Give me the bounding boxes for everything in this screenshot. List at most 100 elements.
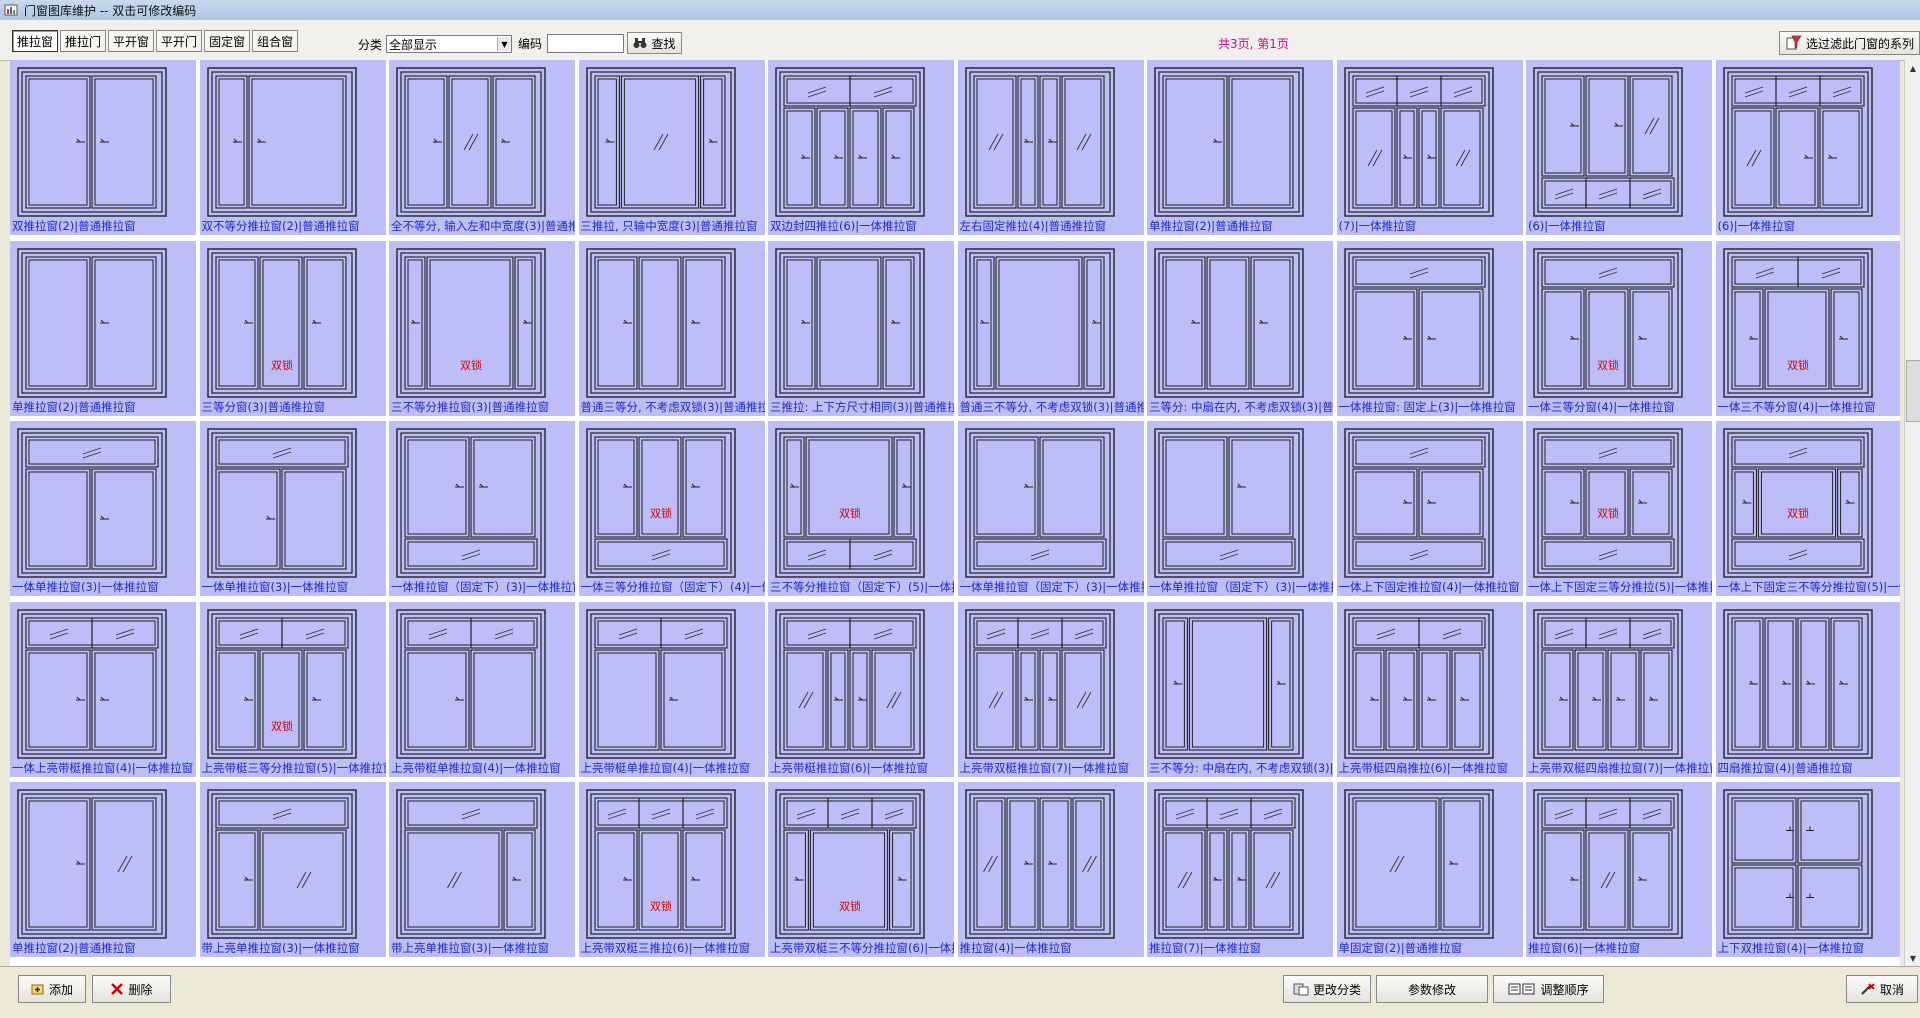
window-thumbnail[interactable]: 双锁 一体三等分窗(4)|一体推拉窗 <box>1526 240 1714 418</box>
window-diagram <box>1343 67 1494 217</box>
window-diagram <box>1722 789 1873 939</box>
window-thumbnail[interactable]: 推拉窗(6)|一体推拉窗 <box>1526 782 1714 959</box>
vertical-scrollbar[interactable]: ▲ ▼ <box>1904 60 1920 966</box>
tab-casement-window[interactable]: 平开窗 <box>108 30 155 52</box>
window-thumbnail[interactable]: 三推拉, 只输中宽度(3)|普通推拉窗 <box>578 60 767 237</box>
window-diagram <box>17 608 167 759</box>
window-thumbnail[interactable]: 全不等分, 输入左和中宽度(3)|普通推拉窗 <box>389 60 577 237</box>
cancel-button[interactable]: 取消 <box>1846 975 1918 1003</box>
window-thumbnail[interactable]: 单固定窗(2)|普通推拉窗 <box>1336 782 1525 959</box>
window-caption: 一体三等分推拉窗（固定下）(4)|一体推拉窗 <box>580 580 765 594</box>
window-caption: 上下双推拉窗(4)|一体推拉窗 <box>1717 941 1865 955</box>
window-thumbnail[interactable]: 双锁 上亮带梃三等分推拉窗(5)|一体推拉窗 <box>199 601 388 779</box>
app-icon <box>4 4 18 16</box>
window-thumbnail[interactable]: 带上亮单推拉窗(3)|一体推拉窗 <box>389 782 577 959</box>
code-input[interactable] <box>547 34 624 53</box>
window-thumbnail[interactable]: 双推拉窗(2)|普通推拉窗 <box>10 60 198 237</box>
adjust-order-button[interactable]: 调整顺序 <box>1493 975 1604 1003</box>
window-thumbnail[interactable]: 上亮带梃推拉窗(6)|一体推拉窗 <box>768 601 956 779</box>
window-caption: 上亮带梃单推拉窗(4)|一体推拉窗 <box>580 760 751 775</box>
window-caption: 一体单推拉窗(3)|一体推拉窗 <box>12 580 159 594</box>
window-thumbnail[interactable]: 一体单推拉窗(3)|一体推拉窗 <box>10 421 198 598</box>
window-thumbnail[interactable]: 上亮带梃四扇推拉(6)|一体推拉窗 <box>1336 601 1525 779</box>
change-category-button[interactable]: 更改分类 <box>1283 975 1371 1003</box>
tab-sliding-door[interactable]: 推拉门 <box>60 30 107 52</box>
window-thumbnail[interactable]: 三等分: 中扇在内, 不考虑双锁(3)|普通推拉窗 <box>1147 240 1335 418</box>
window-thumbnail[interactable]: 上亮带梃单推拉窗(4)|一体推拉窗 <box>389 601 577 779</box>
window-thumbnail[interactable]: 双锁一体上下固定三不等分推拉窗(5)|一体推拉窗 <box>1715 421 1900 598</box>
window-thumbnail[interactable]: (6)|一体推拉窗 <box>1715 60 1900 237</box>
tab-fixed-window[interactable]: 固定窗 <box>204 30 251 52</box>
add-button[interactable]: 添加 <box>18 975 86 1003</box>
window-thumbnail[interactable]: 双锁 一体上下固定三等分推拉(5)|一体推拉窗 <box>1526 421 1714 598</box>
window-caption: 一体三不等分窗(4)|一体推拉窗 <box>1717 399 1876 414</box>
scroll-down-icon[interactable]: ▼ <box>1905 950 1920 966</box>
window-thumbnail[interactable]: 双锁 上亮带双梃三推拉(6)|一体推拉窗 <box>578 782 767 959</box>
filter-series-button[interactable]: 选过滤此门窗的系列 <box>1779 31 1920 55</box>
window-diagram <box>396 67 546 217</box>
window-caption: 左右固定推拉(4)|普通推拉窗 <box>959 219 1107 233</box>
tab-casement-door[interactable]: 平开门 <box>156 30 203 52</box>
window-thumbnail[interactable]: 上亮带双梃推拉窗(7)|一体推拉窗 <box>957 601 1146 779</box>
window-thumbnail[interactable]: 普通三等分, 不考虑双锁(3)|普通推拉窗 <box>578 240 767 418</box>
window-caption: 单推拉窗(2)|普通推拉窗 <box>1149 219 1273 233</box>
window-thumbnail[interactable]: 普通三不等分, 不考虑双锁(3)|普通推拉窗 <box>957 240 1146 418</box>
window-diagram <box>17 247 167 398</box>
delete-button-label: 删除 <box>128 982 153 997</box>
window-thumbnail[interactable]: (6)|一体推拉窗 <box>1526 60 1714 237</box>
window-thumbnail[interactable]: 四扇推拉窗(4)|普通推拉窗 <box>1715 601 1900 779</box>
window-thumbnail[interactable]: 上亮带双梃四扇推拉窗(7)|一体推拉窗 <box>1526 601 1714 779</box>
delete-button[interactable]: 删除 <box>92 975 171 1003</box>
window-thumbnail[interactable]: 一体推拉窗（固定下）(3)|一体推拉窗 <box>389 421 577 598</box>
window-thumbnail[interactable]: 一体上亮带梃推拉窗(4)|一体推拉窗 <box>10 601 198 779</box>
window-diagram: 双锁 <box>775 789 925 939</box>
window-thumbnail[interactable]: 带上亮单推拉窗(3)|一体推拉窗 <box>199 782 388 959</box>
window-thumbnail[interactable]: 一体单推拉窗（固定下）(3)|一体推拉窗 <box>957 421 1146 598</box>
tab-combo-window[interactable]: 组合窗 <box>252 30 299 52</box>
window-thumbnail[interactable]: 左右固定推拉(4)|普通推拉窗 <box>957 60 1146 237</box>
window-thumbnail[interactable]: 一体上下固定推拉窗(4)|一体推拉窗 <box>1336 421 1525 598</box>
scroll-up-icon[interactable]: ▲ <box>1905 60 1920 76</box>
window-thumbnail[interactable]: 单推拉窗(2)|普通推拉窗 <box>10 240 198 418</box>
window-caption: 单固定窗(2)|普通推拉窗 <box>1338 941 1463 955</box>
window-thumbnail[interactable]: 推拉窗(7)|一体推拉窗 <box>1147 782 1335 959</box>
lock-text: 双锁 <box>839 899 861 913</box>
window-thumbnail[interactable]: 上下双推拉窗(4)|一体推拉窗 <box>1715 782 1900 959</box>
window-thumbnail[interactable]: 单推拉窗(2)|普通推拉窗 <box>1147 60 1335 237</box>
window-thumbnail[interactable]: 一体推拉窗: 固定上(3)|一体推拉窗 <box>1336 240 1525 418</box>
window-thumbnail[interactable]: 一体单推拉窗(3)|一体推拉窗 <box>199 421 388 598</box>
lock-text: 双锁 <box>839 506 861 520</box>
window-thumbnail[interactable]: 双锁 三不等分推拉窗(3)|普通推拉窗 <box>389 240 577 418</box>
tab-sliding-window[interactable]: 推拉窗 <box>12 30 59 52</box>
window-caption: (6)|一体推拉窗 <box>1717 219 1796 233</box>
window-diagram <box>585 608 736 759</box>
category-select[interactable]: 全部显示 ▼ <box>386 35 512 53</box>
category-select-value: 全部显示 <box>389 37 438 52</box>
window-thumbnail[interactable]: 上亮带梃单推拉窗(4)|一体推拉窗 <box>578 601 767 779</box>
window-thumbnail[interactable]: 双锁上亮带双梃三不等分推拉窗(6)|一体推拉窗 <box>768 782 956 959</box>
window-thumbnail[interactable]: 双锁 三等分窗(3)|普通推拉窗 <box>199 240 388 418</box>
window-thumbnail[interactable]: 双锁一体三等分推拉窗（固定下）(4)|一体推拉窗 <box>578 421 767 598</box>
param-edit-button[interactable]: 参数修改 <box>1376 975 1488 1003</box>
window-thumbnail[interactable]: 三推拉: 上下方尺寸相同(3)|普通推拉窗 <box>768 240 956 418</box>
window-thumbnail[interactable]: 双不等分推拉窗(2)|普通推拉窗 <box>199 60 388 237</box>
window-thumbnail[interactable]: 推拉窗(4)|一体推拉窗 <box>957 782 1146 959</box>
change-category-label: 更改分类 <box>1312 982 1361 997</box>
window-thumbnail[interactable]: 一体单推拉窗（固定下）(3)|一体推拉窗 <box>1147 421 1335 598</box>
search-button[interactable]: 查找 <box>627 32 682 54</box>
window-diagram <box>775 67 925 217</box>
scroll-thumb[interactable] <box>1906 360 1920 422</box>
window-thumbnail[interactable]: 双锁一体三不等分窗(4)|一体推拉窗 <box>1715 240 1900 418</box>
window-thumbnail[interactable]: 双锁三不等分推拉窗（固定下）(5)|一体推拉窗 <box>768 421 956 598</box>
window-caption: 一体上下固定推拉窗(4)|一体推拉窗 <box>1338 580 1520 594</box>
window-thumbnail[interactable]: 双边封四推拉(6)|一体推拉窗 <box>768 60 956 237</box>
window-diagram <box>1154 247 1304 398</box>
param-edit-label: 参数修改 <box>1407 982 1456 997</box>
window-thumbnail[interactable]: 三不等分: 中扇在内, 不考虑双锁(3)|普通推拉窗 <box>1147 601 1335 779</box>
chevron-down-icon[interactable]: ▼ <box>497 37 511 51</box>
window-caption: 上亮带梃四扇推拉(6)|一体推拉窗 <box>1338 760 1509 775</box>
window-thumbnail[interactable]: (7)|一体推拉窗 <box>1336 60 1525 237</box>
window-thumbnail[interactable]: 单推拉窗(2)|普通推拉窗 <box>10 782 198 959</box>
add-button-label: 添加 <box>48 982 73 997</box>
lock-text: 双锁 <box>1787 358 1809 372</box>
